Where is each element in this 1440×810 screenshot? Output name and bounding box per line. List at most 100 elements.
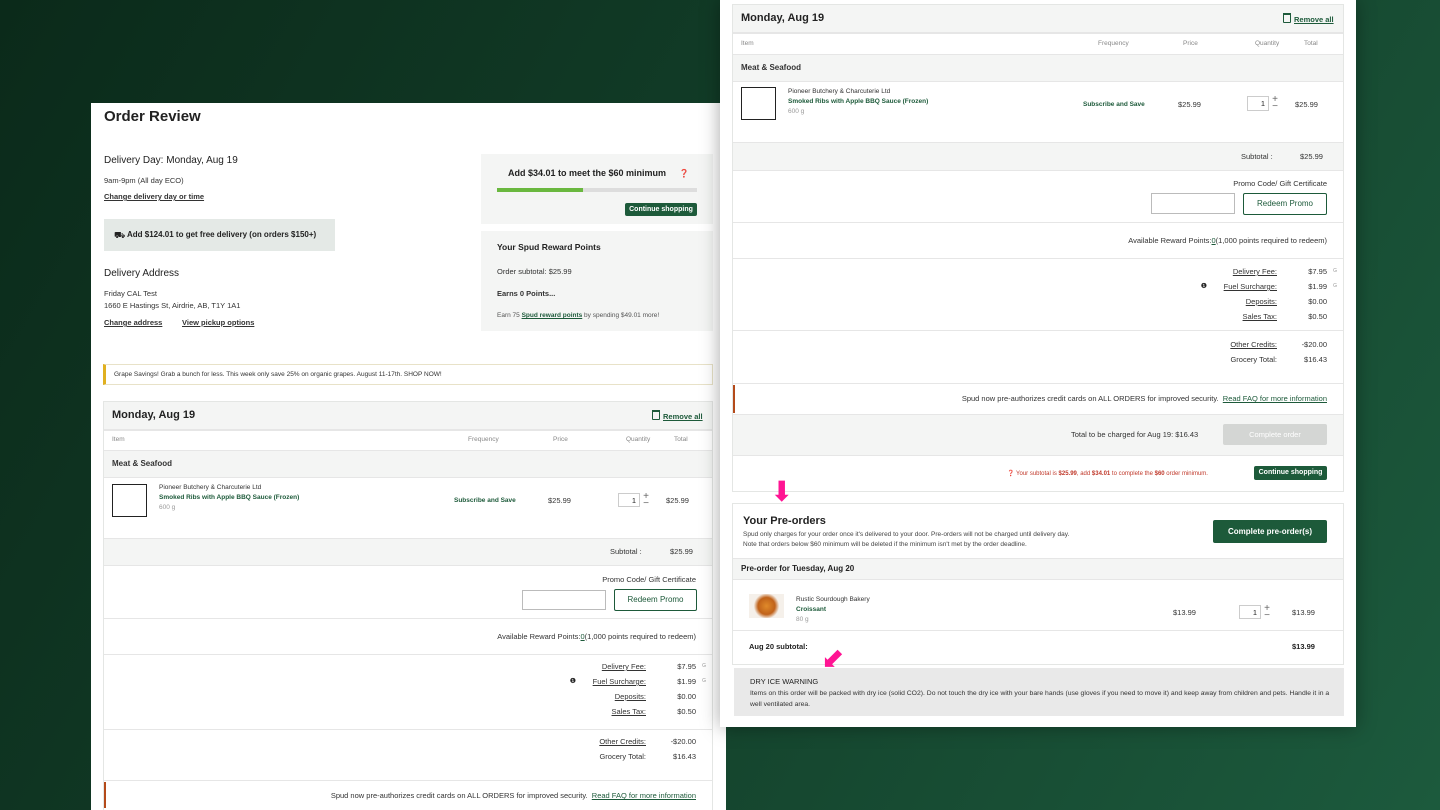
continue-shopping-button-right[interactable]: Continue shopping xyxy=(1254,466,1327,480)
grocery-total-value: $16.43 xyxy=(673,752,696,761)
fee-value: $1.99 xyxy=(677,677,696,686)
pickup-options-link[interactable]: View pickup options xyxy=(182,318,254,327)
quantity-input-right[interactable]: 1 xyxy=(1247,96,1269,111)
fee-value: $7.95 xyxy=(677,662,696,671)
minimum-box: Add $34.01 to meet the $60 minimum ❓ Con… xyxy=(481,154,713,224)
preorder-size: 80 g xyxy=(796,616,809,623)
minimum-text: Add $34.01 to meet the $60 minimum xyxy=(508,168,667,178)
warn-min: $60 xyxy=(1154,471,1165,477)
continue-shopping-button[interactable]: Continue shopping xyxy=(625,203,697,216)
promo-banner[interactable]: Grape Savings! Grab a bunch for less. Th… xyxy=(103,364,713,385)
faq-link-right[interactable]: Read FAQ for more information xyxy=(1223,394,1327,403)
change-address-link[interactable]: Change address xyxy=(104,318,162,327)
category-label: Meat & Seafood xyxy=(112,459,173,468)
quantity-input[interactable]: 1 xyxy=(618,493,640,507)
other-credits-value: -$20.00 xyxy=(670,737,696,746)
address-title: Delivery Address xyxy=(104,268,180,279)
product-name[interactable]: Smoked Ribs with Apple BBQ Sauce (Frozen… xyxy=(159,494,299,501)
order-card: Monday, Aug 19 Remove all Item Frequency… xyxy=(103,401,713,810)
frequency-value-right[interactable]: Subscribe and Save xyxy=(1083,101,1145,108)
subtotal-label-right: Subtotal : xyxy=(1241,152,1273,161)
fee-label[interactable]: Delivery Fee: xyxy=(1233,267,1277,276)
address-name: Friday CAL Test xyxy=(104,289,157,298)
free-delivery-text: Add $124.01 to get free delivery (on ord… xyxy=(127,230,317,239)
warn-mid: , add xyxy=(1076,471,1092,477)
quantity-stepper[interactable]: + − xyxy=(641,492,651,509)
trash-icon-right xyxy=(1283,13,1291,23)
points-label-right: Available Reward Points: xyxy=(1128,236,1212,245)
security-notice: Spud now pre-authorizes credit cards on … xyxy=(331,791,696,800)
product-vendor: Pioneer Butchery & Charcuterie Ltd xyxy=(159,484,262,491)
gst-marker: G xyxy=(1333,268,1337,274)
preorder-subtotal-value: $13.99 xyxy=(1292,642,1315,651)
remove-all-label-right: Remove all xyxy=(1294,15,1334,24)
remove-all-link-right[interactable]: Remove all xyxy=(1283,13,1334,24)
rewards-earns: Earns 0 Points... xyxy=(497,289,556,298)
security-text-right: Spud now pre-authorizes credit cards on … xyxy=(961,394,1219,403)
order-header-right xyxy=(733,5,1343,33)
promo-code-input-right[interactable] xyxy=(1151,193,1235,214)
rewards-title: Your Spud Reward Points xyxy=(497,242,601,252)
preorder-quantity-input[interactable]: 1 xyxy=(1239,605,1261,619)
info-icon[interactable]: ❶ xyxy=(570,677,576,685)
promo-label: Promo Code/ Gift Certificate xyxy=(602,575,696,584)
col-item: Item xyxy=(112,436,125,443)
frequency-value[interactable]: Subscribe and Save xyxy=(454,497,516,504)
gst-marker: G xyxy=(702,663,706,669)
dry-ice-title: DRY ICE WARNING xyxy=(750,677,819,686)
preorders-line1: Spud only charges for your order once it… xyxy=(743,531,1070,538)
preorder-product-name[interactable]: Croissant xyxy=(796,606,826,613)
item-price-right: $25.99 xyxy=(1178,100,1201,109)
product-vendor-right: Pioneer Butchery & Charcuterie Ltd xyxy=(788,88,891,95)
page-title: Order Review xyxy=(104,108,201,125)
remove-all-link[interactable]: Remove all xyxy=(652,410,703,421)
fee-label[interactable]: Fuel Surcharge: xyxy=(1224,282,1277,291)
quantity-stepper-right[interactable]: + − xyxy=(1270,95,1280,112)
complete-order-button[interactable]: Complete order xyxy=(1223,424,1327,445)
subtotal-value-right: $25.99 xyxy=(1300,152,1323,161)
redeem-promo-button-right[interactable]: Redeem Promo xyxy=(1243,193,1327,215)
info-icon[interactable]: ❓ xyxy=(679,169,689,178)
col-total: Total xyxy=(674,436,688,443)
warn-post: order minimum. xyxy=(1164,471,1208,477)
item-total: $25.99 xyxy=(666,496,689,505)
other-credits-link-right[interactable]: Other Credits: xyxy=(1230,340,1277,349)
points-label: Available Reward Points: xyxy=(497,632,581,641)
preorder-vendor: Rustic Sourdough Bakery xyxy=(796,596,870,603)
address-line: 1660 E Hastings St, Airdrie, AB, T1Y 1A1 xyxy=(104,301,241,310)
product-name-right[interactable]: Smoked Ribs with Apple BBQ Sauce (Frozen… xyxy=(788,98,928,105)
fee-label[interactable]: Sales Tax: xyxy=(612,707,646,716)
subtotal-value: $25.99 xyxy=(670,547,693,556)
promo-code-input[interactable] xyxy=(522,590,606,610)
complete-preorders-button[interactable]: Complete pre-order(s) xyxy=(1213,520,1327,543)
rewards-subtotal: Order subtotal: $25.99 xyxy=(497,267,572,276)
fee-label[interactable]: Delivery Fee: xyxy=(602,662,646,671)
preorder-quantity-stepper[interactable]: + − xyxy=(1262,604,1272,621)
preorder-price: $13.99 xyxy=(1173,608,1196,617)
info-icon[interactable]: ❶ xyxy=(1201,282,1207,290)
change-delivery-link[interactable]: Change delivery day or time xyxy=(104,192,204,201)
fee-label[interactable]: Sales Tax: xyxy=(1243,312,1277,321)
preorders-title: Your Pre-orders xyxy=(743,515,826,527)
croissant-image[interactable] xyxy=(749,594,784,618)
fee-label[interactable]: Fuel Surcharge: xyxy=(593,677,646,686)
minimum-warning: ❓ Your subtotal is $25.99, add $34.01 to… xyxy=(1007,470,1208,477)
points-note-right: (1,000 points required to redeem) xyxy=(1215,236,1327,245)
reward-points-line: Available Reward Points:0(1,000 points r… xyxy=(497,632,696,641)
delivery-day: Delivery Day: Monday, Aug 19 xyxy=(104,155,238,166)
earn-pre: Earn 75 xyxy=(497,312,522,319)
preorder-total: $13.99 xyxy=(1292,608,1315,617)
truck-icon: ⛟ xyxy=(114,230,126,240)
fee-value: $0.00 xyxy=(677,692,696,701)
fee-label[interactable]: Deposits: xyxy=(1246,297,1277,306)
other-credits-value-right: -$20.00 xyxy=(1301,340,1327,349)
fee-value: $1.99 xyxy=(1308,282,1327,291)
product-image-right[interactable] xyxy=(741,87,776,120)
other-credits-link[interactable]: Other Credits: xyxy=(599,737,646,746)
redeem-promo-button[interactable]: Redeem Promo xyxy=(614,589,697,611)
product-size-right: 600 g xyxy=(788,108,805,115)
product-image[interactable] xyxy=(112,484,147,517)
faq-link[interactable]: Read FAQ for more information xyxy=(592,791,696,800)
reward-points-link[interactable]: Spud reward points xyxy=(522,312,583,319)
fee-label[interactable]: Deposits: xyxy=(615,692,646,701)
